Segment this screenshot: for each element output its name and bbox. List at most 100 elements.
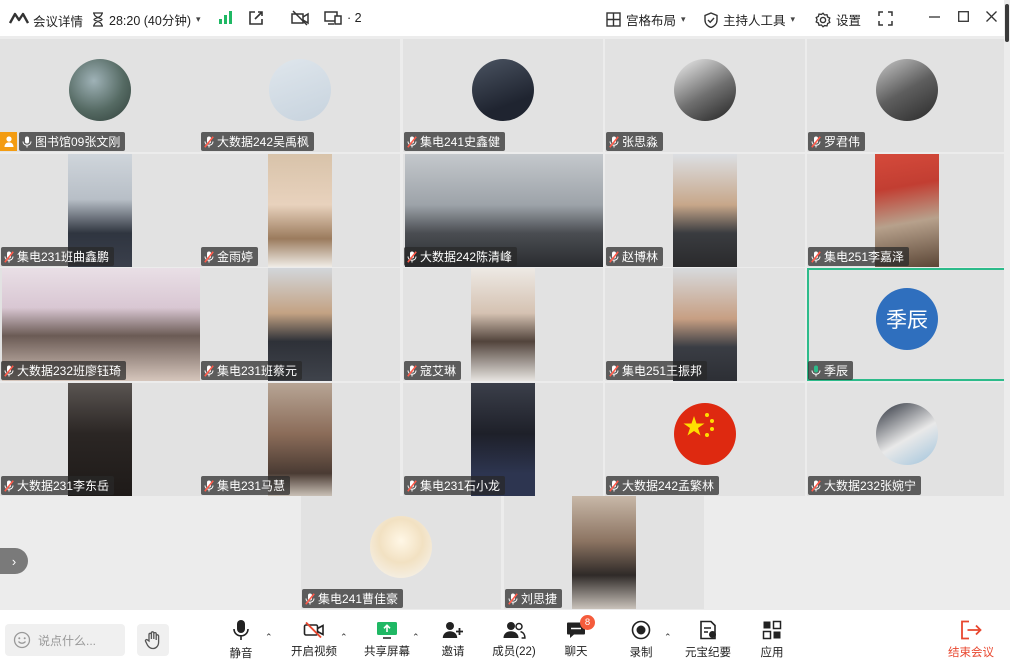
host-tools-dropdown[interactable]: 主持人工具 ▾	[704, 10, 795, 29]
participant-tile[interactable]: 金雨婷	[200, 154, 400, 267]
expand-panel-button[interactable]: ›	[0, 548, 28, 574]
chat-input[interactable]: 说点什么...	[5, 624, 125, 656]
participant-name-bar: 大数据232班廖钰琦	[1, 361, 127, 380]
chat-icon: 8	[566, 614, 595, 639]
mute-label: 静音	[229, 647, 253, 660]
participant-tile[interactable]: 刘思捷	[504, 496, 704, 609]
participant-name-bar: 季辰	[808, 361, 854, 380]
avatar: 季辰	[876, 288, 938, 350]
participant-tile[interactable]: 寇艾琳	[403, 268, 603, 381]
video-grid: 图书馆09张文刚 大数据242吴禹枫 集电241史鑫健 张思淼 罗君伟集电231班曲鑫鹏…	[0, 36, 1007, 610]
members-button[interactable]: 成员(22)	[489, 610, 539, 669]
participant-name: 寇艾琳	[420, 364, 457, 378]
mic-muted-icon	[407, 250, 417, 263]
video-feed	[268, 154, 332, 267]
participant-name: 大数据242陈清峰	[420, 250, 513, 264]
microphone-icon	[232, 619, 250, 641]
invite-label: 邀请	[441, 645, 465, 658]
scrollbar[interactable]	[1004, 0, 1010, 669]
chevron-down-icon: ▾	[790, 14, 796, 24]
meeting-info-button[interactable]: 会议详情	[33, 11, 83, 30]
participant-name-bar: 大数据242吴禹枫	[201, 132, 315, 151]
avatar	[370, 516, 432, 578]
participant-name-bar: 大数据231李东岳	[1, 476, 115, 495]
participant-tile[interactable]: 赵博林	[605, 154, 805, 267]
participant-name: 季辰	[824, 364, 849, 378]
raise-hand-button[interactable]	[137, 624, 169, 656]
participant-tile[interactable]: 集电231马慧	[200, 383, 400, 496]
participant-name-bar: 张思淼	[606, 132, 664, 151]
emoji-icon[interactable]	[13, 631, 31, 649]
participant-tile[interactable]: 集电251王振邦	[605, 268, 805, 381]
minimize-icon[interactable]	[929, 16, 940, 18]
avatar	[269, 59, 331, 121]
participant-tile[interactable]: 大数据242吴禹枫	[200, 39, 400, 152]
timer-dropdown[interactable]: 28:20 (40分钟) ▾	[92, 10, 201, 29]
apps-grid-icon	[762, 620, 782, 640]
maximize-icon[interactable]	[958, 11, 969, 22]
mic-muted-icon	[204, 479, 214, 492]
participant-name: 集电231班曲鑫鹏	[17, 250, 110, 264]
mute-options-arrow[interactable]: ⌃	[265, 632, 273, 643]
shield-icon	[704, 11, 718, 28]
participant-name: 大数据242吴禹枫	[217, 135, 310, 149]
share-screen-button[interactable]: 共享屏幕	[362, 610, 412, 669]
mic-muted-icon	[609, 364, 619, 377]
participant-tile[interactable]: 大数据232张婉宁	[807, 383, 1007, 496]
participant-tile[interactable]: 罗君伟	[807, 39, 1007, 152]
participant-name: 刘思捷	[521, 592, 558, 606]
share-options-arrow[interactable]: ⌃	[412, 632, 420, 643]
participant-tile[interactable]: 集电231班蔡元	[200, 268, 400, 381]
close-icon[interactable]	[986, 11, 997, 22]
chat-button[interactable]: 8 聊天	[559, 610, 595, 669]
participant-tile[interactable]: 集电231石小龙	[403, 383, 603, 496]
record-options-arrow[interactable]: ⌃	[664, 632, 672, 643]
participant-tile[interactable]: 集电241史鑫健	[403, 39, 603, 152]
layout-dropdown[interactable]: 宫格布局 ▾	[606, 10, 686, 29]
participant-tile[interactable]: 季辰 季辰	[807, 268, 1007, 381]
participant-tile[interactable]: 集电251李嘉泽	[807, 154, 1007, 267]
participant-tile[interactable]: 大数据242陈清峰	[403, 154, 603, 267]
video-off-icon[interactable]	[291, 10, 309, 26]
title-bar: 会议详情 28:20 (40分钟) ▾ · 2 宫格布局 ▾ 主持人工具 ▾ 设…	[0, 0, 1010, 36]
participant-tile[interactable]: 图书馆09张文刚	[0, 39, 200, 152]
participant-tile[interactable]: 大数据231李东岳	[0, 383, 200, 496]
share-screen-icon	[376, 621, 398, 639]
mic-muted-icon	[508, 592, 518, 605]
avatar	[472, 59, 534, 121]
mute-button[interactable]: 静音	[223, 610, 259, 669]
share-screen-label: 共享屏幕	[364, 645, 410, 658]
participant-name: 罗君伟	[824, 135, 861, 149]
start-video-button[interactable]: 开启视频	[289, 610, 339, 669]
participant-name-bar: 金雨婷	[201, 247, 259, 266]
invite-button[interactable]: 邀请	[436, 610, 470, 669]
participant-name: 集电241曹佳豪	[318, 592, 399, 606]
video-options-arrow[interactable]: ⌃	[340, 632, 348, 643]
end-meeting-button[interactable]: 结束会议	[946, 610, 996, 669]
share-link-icon[interactable]	[248, 10, 264, 26]
participant-tile[interactable]: 张思淼	[605, 39, 805, 152]
participant-name-bar: 刘思捷	[505, 589, 563, 608]
fullscreen-icon[interactable]	[878, 11, 893, 26]
participant-tile[interactable]: 大数据242孟繁林	[605, 383, 805, 496]
record-label: 录制	[629, 646, 653, 659]
grid-layout-icon	[606, 12, 621, 27]
participant-tile[interactable]: 大数据232班廖钰琦	[0, 268, 200, 381]
participant-name-bar: 集电231班蔡元	[201, 361, 303, 380]
microphone-icon	[22, 136, 32, 148]
device-count-button[interactable]: · 2	[324, 11, 362, 25]
participant-name-bar: 集电241曹佳豪	[302, 589, 404, 608]
participant-tile[interactable]: 集电241曹佳豪	[301, 496, 501, 609]
participant-name: 金雨婷	[217, 250, 254, 264]
record-button[interactable]: 录制	[624, 610, 658, 669]
participant-tile[interactable]: 集电231班曲鑫鹏	[0, 154, 200, 267]
ai-minutes-button[interactable]: 元宝纪要	[683, 610, 733, 669]
chevron-down-icon: ▾	[681, 14, 686, 24]
mic-muted-icon	[609, 250, 619, 263]
signal-strength-icon[interactable]	[219, 11, 233, 24]
apps-button[interactable]: 应用	[755, 610, 789, 669]
avatar-initials: 季辰	[886, 309, 928, 332]
members-icon	[502, 621, 526, 639]
settings-button[interactable]: 设置	[815, 10, 861, 29]
host-tools-label: 主持人工具	[723, 14, 786, 28]
